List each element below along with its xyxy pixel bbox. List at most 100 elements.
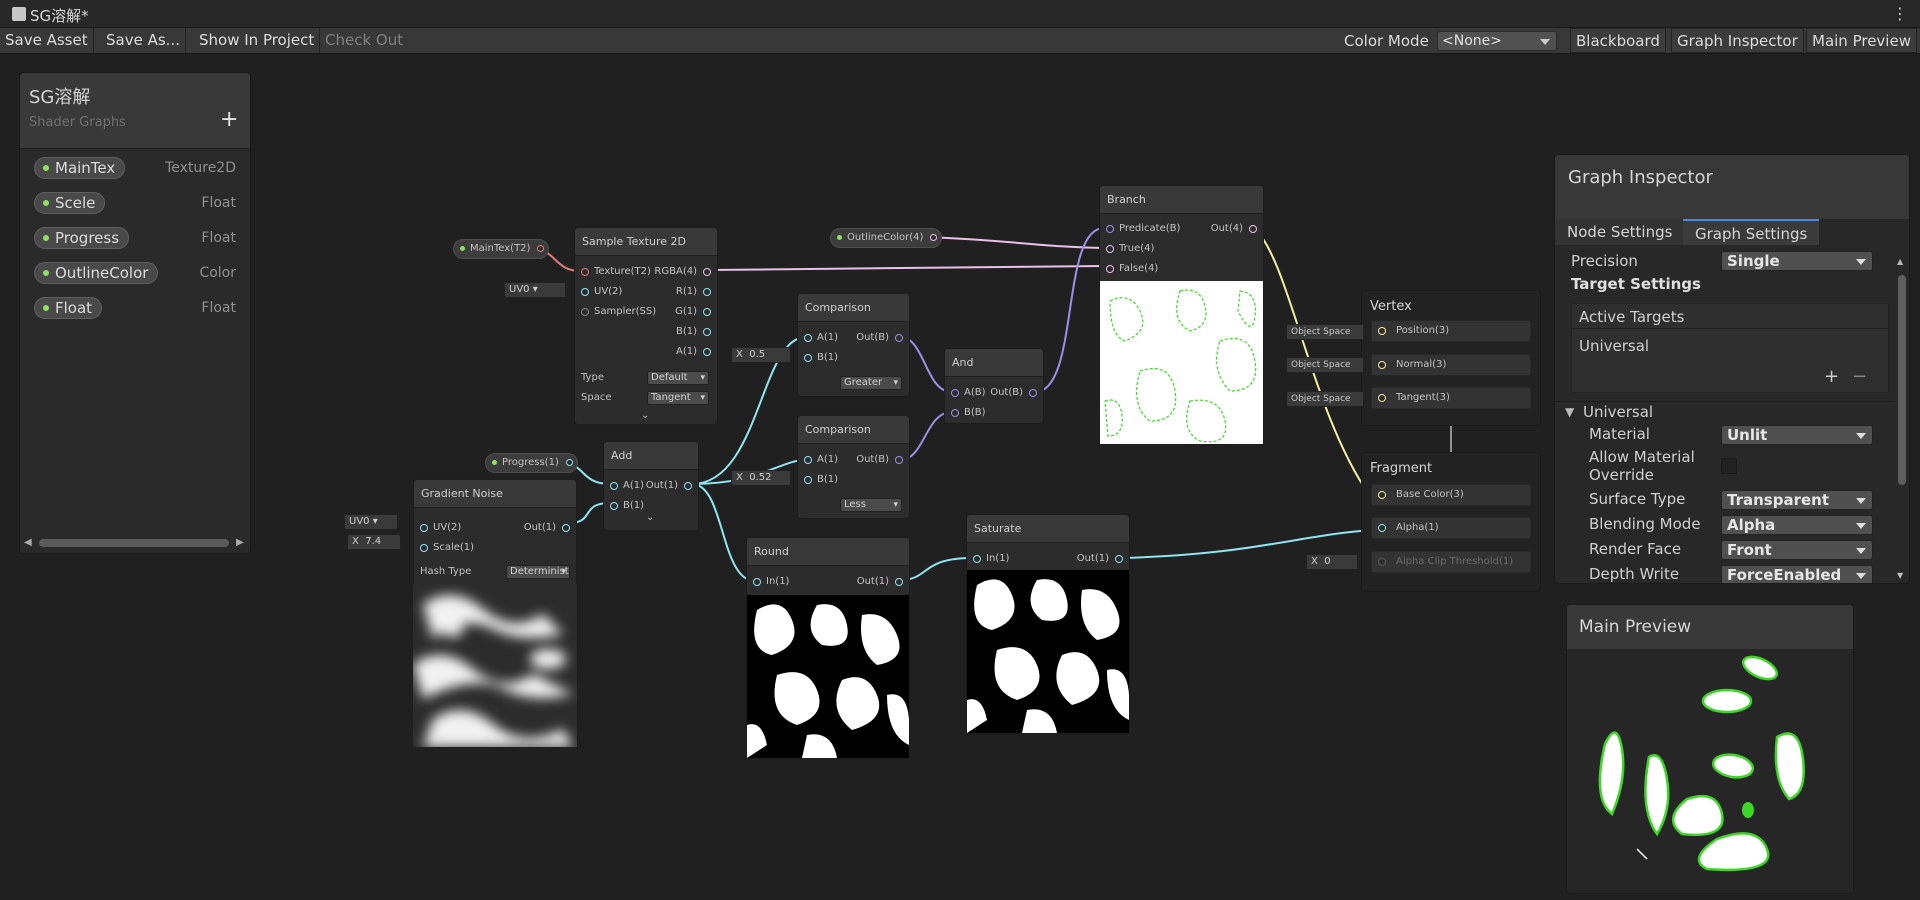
output-port-icon[interactable] <box>1249 225 1257 233</box>
property-pill[interactable]: MainTex <box>34 157 126 179</box>
output-port-icon[interactable] <box>703 268 711 276</box>
collapse-chevron-icon[interactable]: ⌄ <box>641 410 649 421</box>
alpha-clip-field[interactable]: X 0 <box>1306 554 1358 570</box>
output-port-icon[interactable] <box>1115 555 1123 563</box>
normal-block[interactable]: Normal(3) <box>1371 354 1531 376</box>
section-collapse-icon[interactable]: ▼ <box>1565 405 1574 419</box>
normal-space-field[interactable]: Object Space <box>1286 357 1364 373</box>
property-pill[interactable]: Scele <box>34 192 106 214</box>
property-pill[interactable]: Progress <box>34 227 130 249</box>
alpha-block[interactable]: Alpha(1) <box>1371 517 1531 539</box>
target-item-universal[interactable]: Universal <box>1579 337 1649 355</box>
input-port-icon[interactable] <box>610 502 618 510</box>
scroll-left-icon[interactable]: ◀ <box>24 537 32 548</box>
output-port-icon[interactable] <box>703 288 711 296</box>
comparison-mode-select[interactable]: Greater <box>840 376 902 390</box>
output-port-icon[interactable] <box>1029 389 1037 397</box>
sample-texture-2d-node[interactable]: Sample Texture 2D Texture(T2) UV(2) Samp… <box>574 227 718 425</box>
main-preview-render[interactable] <box>1567 649 1854 894</box>
progress-property-node[interactable]: Progress(1) <box>485 453 578 473</box>
scale-field[interactable]: X 7.4 <box>347 534 401 550</box>
input-port-icon[interactable] <box>804 476 812 484</box>
blackboard-hscrollbar[interactable]: ◀ ▶ <box>20 535 250 551</box>
remove-target-button[interactable]: − <box>1852 366 1867 387</box>
surface-type-select[interactable]: Transparent <box>1721 490 1873 510</box>
input-port-icon[interactable] <box>1378 491 1386 499</box>
scroll-up-icon[interactable]: ▲ <box>1897 257 1903 266</box>
add-node[interactable]: Add A(1) B(1) Out(1) ⌄ <box>603 441 699 531</box>
render-face-select[interactable]: Front <box>1721 540 1873 560</box>
scroll-thumb[interactable] <box>39 539 229 547</box>
collapse-chevron-icon[interactable]: ⌄ <box>646 512 654 523</box>
input-port-icon[interactable] <box>951 409 959 417</box>
and-node[interactable]: And A(B) B(B) Out(B) <box>944 348 1044 424</box>
type-select[interactable]: Default <box>647 371 709 385</box>
property-pill[interactable]: OutlineColor <box>34 262 159 284</box>
input-port-icon[interactable] <box>1106 265 1114 273</box>
output-port-icon[interactable] <box>930 234 938 241</box>
output-port-icon[interactable] <box>703 308 711 316</box>
input-port-icon[interactable] <box>581 288 589 296</box>
blending-mode-select[interactable]: Alpha <box>1721 515 1873 535</box>
input-port-icon[interactable] <box>610 482 618 490</box>
scroll-thumb[interactable] <box>1898 275 1906 485</box>
outlinecolor-property-node[interactable]: OutlineColor(4) <box>830 228 943 248</box>
input-port-icon[interactable] <box>804 334 812 342</box>
input-port-icon[interactable] <box>1378 327 1386 335</box>
input-port-icon[interactable] <box>804 354 812 362</box>
input-port-icon[interactable] <box>420 524 428 532</box>
output-port-icon[interactable] <box>684 482 692 490</box>
allow-override-checkbox[interactable] <box>1721 458 1737 474</box>
input-port-icon[interactable] <box>753 578 761 586</box>
comparison-mode-select[interactable]: Less <box>840 498 902 512</box>
input-port-icon[interactable] <box>1378 558 1386 566</box>
output-port-icon[interactable] <box>703 328 711 336</box>
base-color-block[interactable]: Base Color(3) <box>1371 484 1531 506</box>
vertex-context[interactable]: Vertex Position(3) Normal(3) Tangent(3) <box>1361 290 1541 426</box>
noise-uv-field[interactable]: UV0 ▾ <box>344 514 398 530</box>
tab-node-settings[interactable]: Node Settings <box>1555 219 1685 245</box>
output-port-icon[interactable] <box>562 524 570 532</box>
property-pill[interactable]: Float <box>34 297 103 319</box>
input-port-icon[interactable] <box>420 544 428 552</box>
uv-channel-field[interactable]: UV0 ▾ <box>504 282 566 298</box>
output-port-icon[interactable] <box>895 578 903 586</box>
tangent-block[interactable]: Tangent(3) <box>1371 387 1531 409</box>
material-select[interactable]: Unlit <box>1721 425 1873 445</box>
output-port-icon[interactable] <box>537 245 545 252</box>
tangent-space-field[interactable]: Object Space <box>1286 391 1364 407</box>
input-port-icon[interactable] <box>1106 245 1114 253</box>
inspector-vscrollbar[interactable]: ▲ ▼ <box>1896 255 1908 583</box>
scroll-down-icon[interactable]: ▼ <box>1897 571 1903 580</box>
precision-select[interactable]: Single <box>1721 251 1873 271</box>
hash-type-select[interactable]: Deterministi <box>506 565 570 579</box>
add-target-button[interactable]: + <box>1824 366 1839 387</box>
input-port-icon[interactable] <box>1106 225 1114 233</box>
space-select[interactable]: Tangent <box>647 391 709 405</box>
output-port-icon[interactable] <box>703 348 711 356</box>
input-port-icon[interactable] <box>951 389 959 397</box>
add-property-button[interactable]: + <box>220 107 238 132</box>
input-port-icon[interactable] <box>804 456 812 464</box>
input-port-icon[interactable] <box>973 555 981 563</box>
output-port-icon[interactable] <box>895 456 903 464</box>
maintex-property-node[interactable]: MainTex(T2) <box>453 239 550 259</box>
position-block[interactable]: Position(3) <box>1371 320 1531 342</box>
comparison-node-less[interactable]: Comparison A(1) B(1) Out(B) Less <box>797 415 910 519</box>
position-space-field[interactable]: Object Space <box>1286 324 1364 340</box>
input-port-icon[interactable] <box>1378 524 1386 532</box>
tab-graph-settings[interactable]: Graph Settings <box>1683 219 1820 245</box>
scroll-right-icon[interactable]: ▶ <box>236 537 244 548</box>
input-port-icon[interactable] <box>581 308 589 316</box>
universal-section-title[interactable]: Universal <box>1583 403 1653 421</box>
input-port-icon[interactable] <box>581 268 589 276</box>
depth-write-select[interactable]: ForceEnabled <box>1721 565 1873 583</box>
alpha-clip-block[interactable]: Alpha Clip Threshold(1) <box>1371 551 1531 573</box>
comparison-b-field[interactable]: X 0.5 <box>731 347 791 363</box>
input-port-icon[interactable] <box>1378 361 1386 369</box>
output-port-icon[interactable] <box>895 334 903 342</box>
input-port-icon[interactable] <box>1378 394 1386 402</box>
comparison-node-greater[interactable]: Comparison A(1) B(1) Out(B) Greater <box>797 293 910 397</box>
fragment-context[interactable]: Fragment Base Color(3) Alpha(1) Alpha Cl… <box>1361 452 1541 592</box>
output-port-icon[interactable] <box>565 459 573 466</box>
